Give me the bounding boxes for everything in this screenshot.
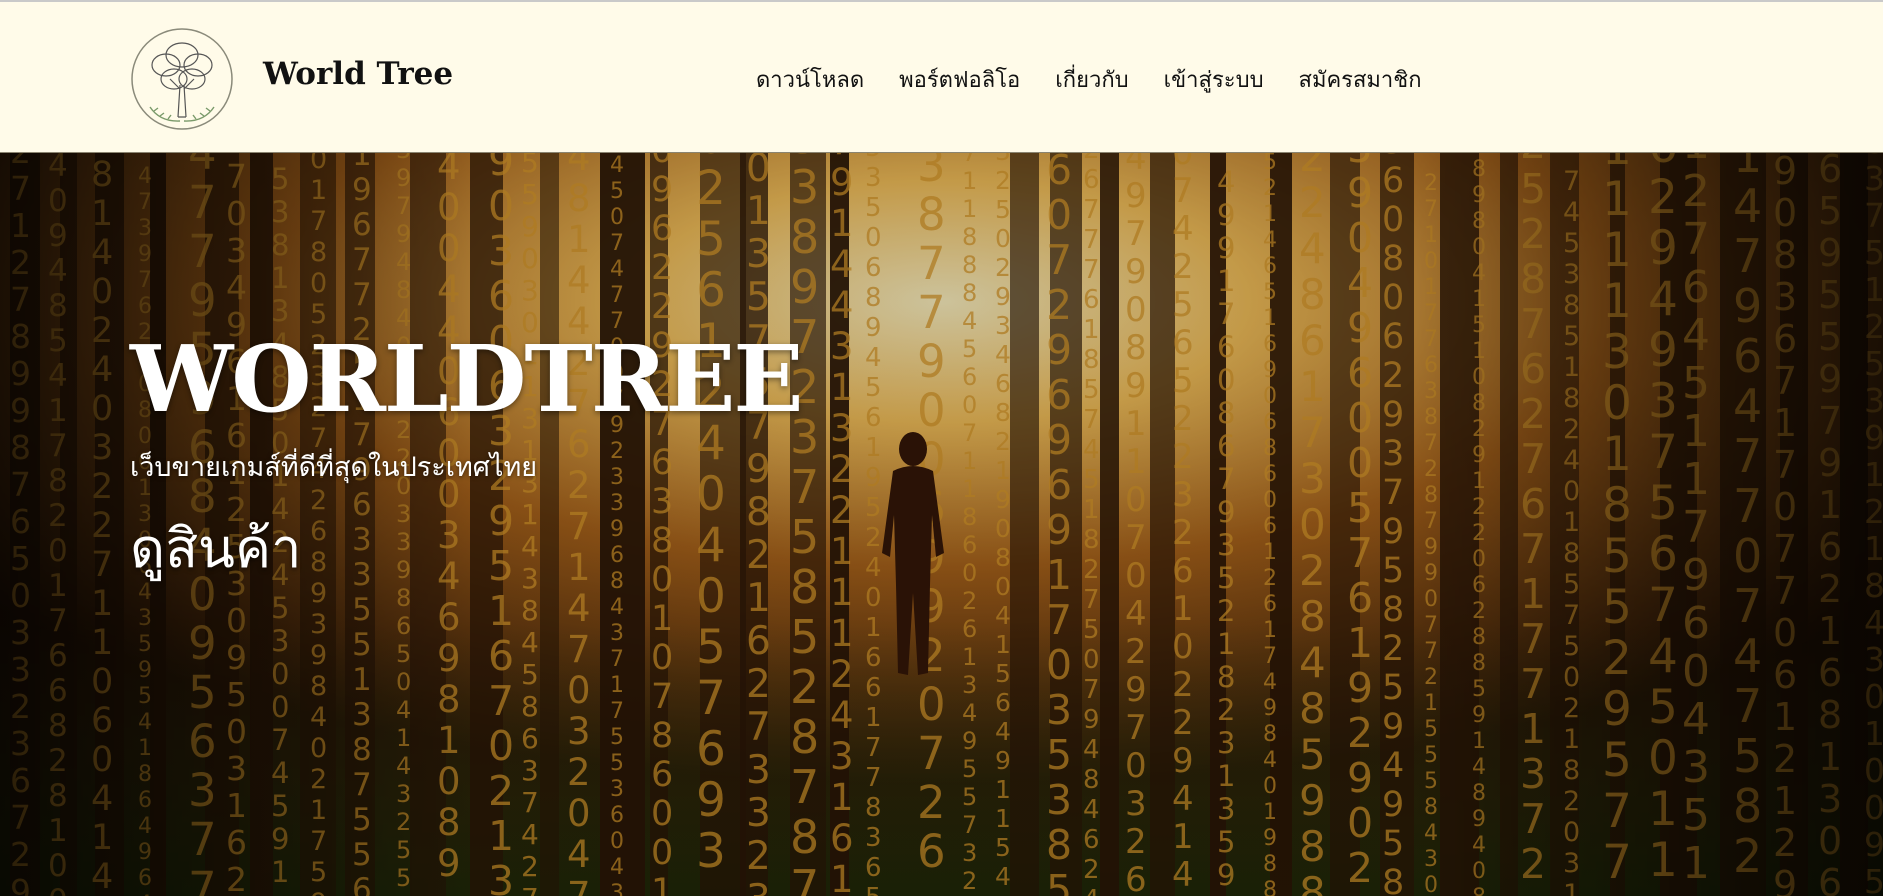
nav-login[interactable]: เข้าสู่ระบบ <box>1164 62 1264 97</box>
nav-download[interactable]: ดาวน์โหลด <box>756 62 864 97</box>
nav-register[interactable]: สมัครสมาชิก <box>1299 62 1422 97</box>
hero-banner: 2712789987650332367294094854178201766828… <box>0 153 1883 896</box>
main-nav: ดาวน์โหลด พอร์ตฟอลิโอ เกี่ยวกับ เข้าสู่ร… <box>756 62 1422 97</box>
nav-portfolio[interactable]: พอร์ตฟอลิโอ <box>899 62 1020 97</box>
hero-title: WORLDTREE <box>130 325 804 433</box>
hero-subtitle: เว็บขายเกมส์ที่ดีที่สุดในประเทศไทย <box>130 452 538 483</box>
nav-about[interactable]: เกี่ยวกับ <box>1055 62 1128 97</box>
brand-name[interactable]: World Tree <box>263 56 453 92</box>
tree-emblem-icon[interactable] <box>130 27 234 131</box>
view-products-link[interactable]: ดูสินค้า <box>130 505 301 591</box>
site-header: World Tree ดาวน์โหลด พอร์ตฟอลิโอ เกี่ยวก… <box>0 2 1883 153</box>
